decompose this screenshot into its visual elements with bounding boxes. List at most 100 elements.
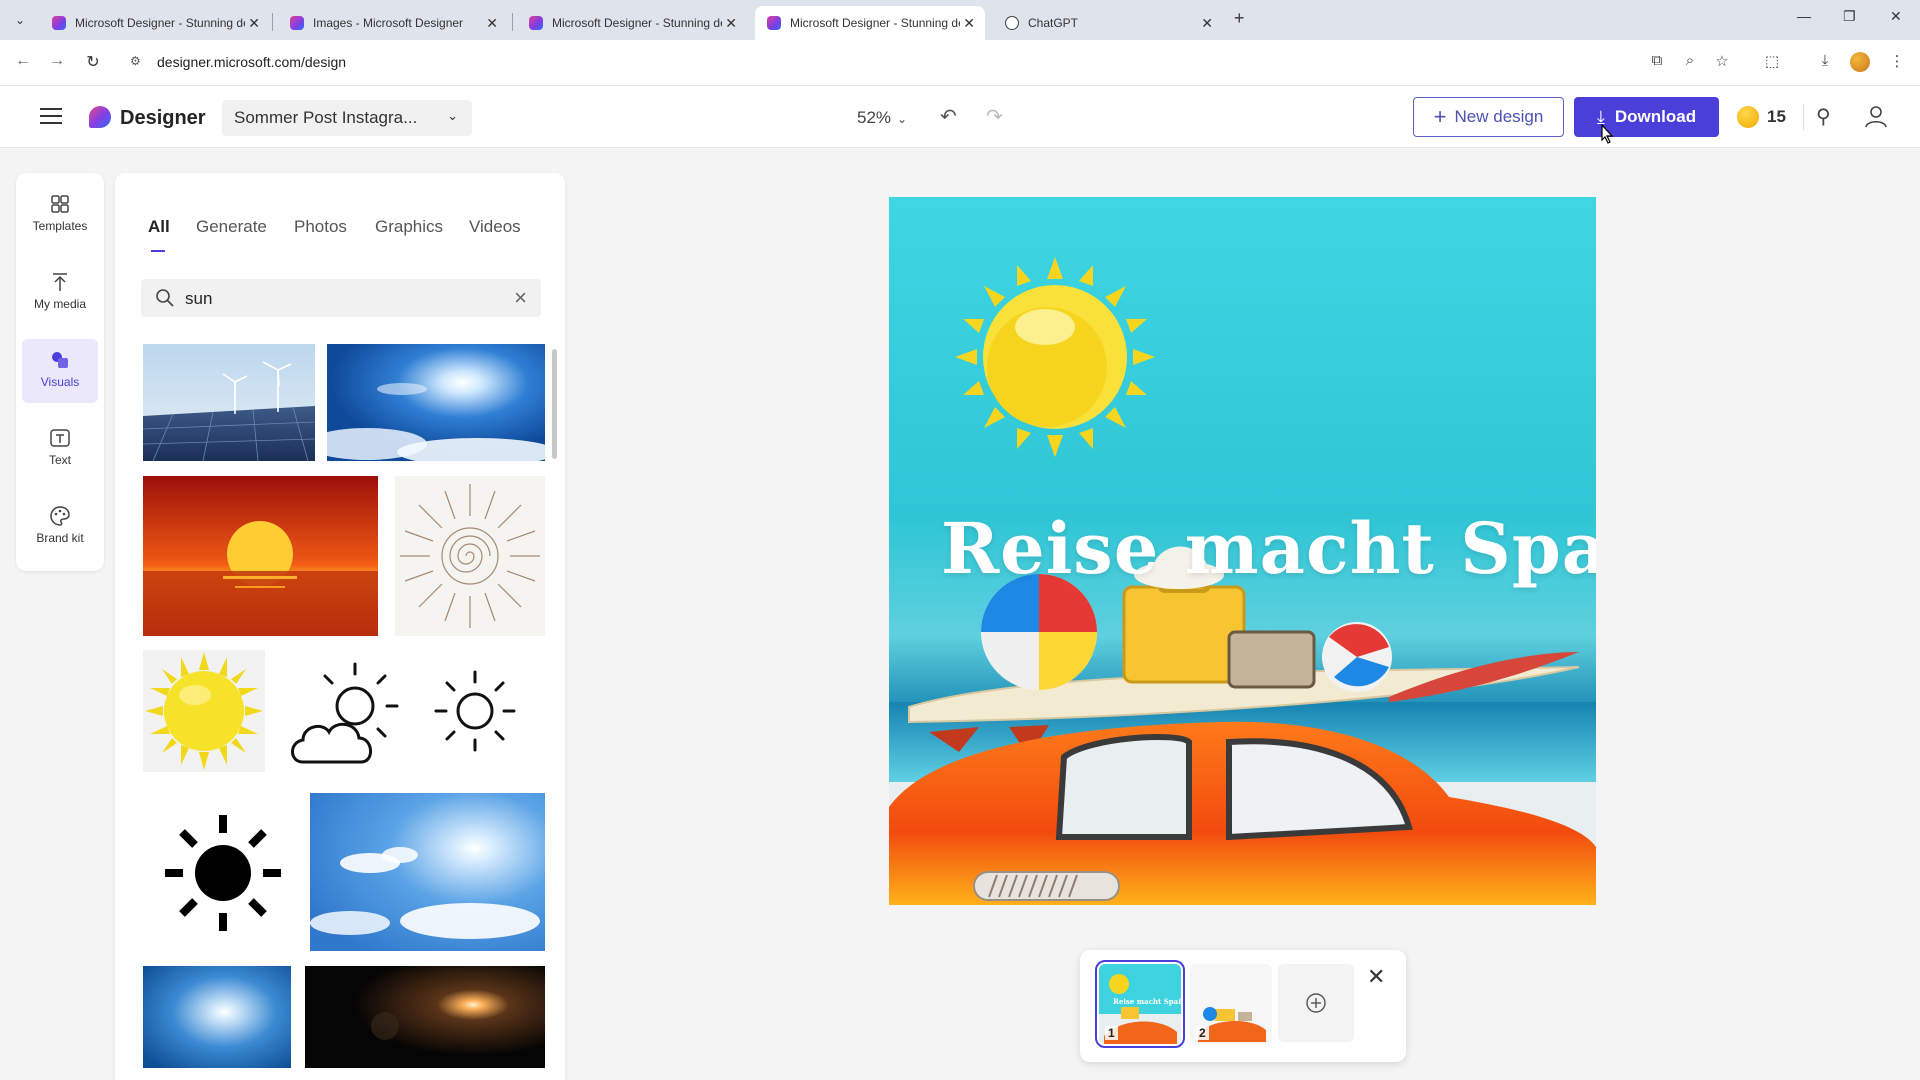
zoom-level: 52%: [857, 108, 892, 127]
tab-title: ChatGPT: [1028, 16, 1079, 30]
browser-tab[interactable]: Images - Microsoft Designer ✕: [278, 6, 508, 40]
visual-result-sun-outline[interactable]: [425, 650, 525, 772]
redo-icon[interactable]: ↷: [986, 104, 1003, 129]
yellow-sun-illustration: [145, 652, 263, 770]
downloads-icon[interactable]: ⤓: [1814, 52, 1836, 74]
rail-item-label: Templates: [32, 219, 88, 233]
tab-photos[interactable]: Photos: [294, 217, 347, 237]
new-tab-icon[interactable]: +: [1234, 8, 1245, 29]
add-circle-icon: [1306, 993, 1326, 1013]
bookmark-star-icon[interactable]: ☆: [1711, 52, 1733, 74]
window-close-icon[interactable]: ✕: [1890, 8, 1902, 25]
sun-outline-icon-image: [434, 670, 516, 752]
designer-icon: [529, 16, 543, 30]
close-tab-icon[interactable]: ✕: [725, 15, 737, 32]
visuals-icon: [52, 352, 68, 368]
visual-result-solar-wind[interactable]: [143, 344, 315, 461]
visual-result-yellow-sun[interactable]: [143, 650, 265, 772]
rail-item-templates[interactable]: Templates: [22, 183, 98, 247]
restore-icon[interactable]: ❐: [1843, 8, 1856, 25]
minimize-icon[interactable]: —: [1797, 8, 1811, 24]
text-icon: [50, 429, 70, 447]
upload-icon: [53, 273, 67, 291]
close-tab-icon[interactable]: ✕: [963, 15, 975, 32]
browser-tab[interactable]: ChatGPT ✕: [993, 6, 1223, 40]
zoom-dropdown[interactable]: 52% ⌄: [857, 108, 907, 128]
rail-item-brand-kit[interactable]: Brand kit: [22, 495, 98, 559]
header-divider: [1803, 104, 1804, 130]
visuals-panel: All Generate Photos Graphics Videos sun …: [115, 173, 565, 1080]
visual-result-sun-line-art[interactable]: [395, 476, 545, 636]
tab-title: Microsoft Designer - Stunning designs in…: [75, 16, 245, 30]
sunset-over-sea-image: [143, 476, 378, 636]
new-design-button[interactable]: + New design: [1413, 97, 1564, 137]
document-name-dropdown[interactable]: Sommer Post Instagra... ⌄: [222, 100, 472, 136]
chevron-down-icon: ⌄: [897, 112, 908, 126]
tab-all[interactable]: All: [148, 217, 170, 237]
clear-search-icon[interactable]: ×: [514, 285, 527, 311]
visual-result-sun-dark[interactable]: [305, 966, 545, 1068]
canvas-heading-text[interactable]: Reise macht Spaß: [941, 507, 1596, 590]
credits-coin-icon[interactable]: [1737, 106, 1759, 128]
site-info-icon[interactable]: ⚙: [130, 54, 146, 70]
tab-search-chevron-icon[interactable]: ⌄: [8, 8, 32, 32]
designer-logo-icon: [89, 106, 111, 128]
brand-name: Designer: [120, 107, 206, 129]
browser-tab[interactable]: Microsoft Designer - Stunning designs in…: [40, 6, 270, 40]
rail-item-text[interactable]: Text: [22, 417, 98, 481]
spiral-sun-drawing-image: [400, 484, 540, 628]
tab-graphics[interactable]: Graphics: [375, 217, 443, 237]
visual-result-sunset[interactable]: [143, 476, 378, 636]
visual-result-sun-cloud-outline[interactable]: [283, 650, 403, 772]
undo-icon[interactable]: ↶: [940, 104, 957, 129]
visual-result-sun-flare-blue[interactable]: [143, 966, 291, 1068]
browser-menu-icon[interactable]: ⋮: [1886, 52, 1908, 74]
forward-icon[interactable]: →: [46, 52, 68, 70]
new-design-label: New design: [1454, 107, 1544, 126]
page-thumbnail-1[interactable]: Reise macht Spaß 1: [1095, 960, 1185, 1048]
document-name: Sommer Post Instagra...: [234, 108, 418, 127]
install-app-icon[interactable]: ⧉: [1646, 52, 1668, 74]
page-strip: Reise macht Spaß 1 2 ✕: [1080, 950, 1406, 1062]
add-page-button[interactable]: [1278, 964, 1354, 1042]
rail-item-visuals[interactable]: Visuals: [22, 339, 98, 403]
designer-icon: [290, 16, 304, 30]
zoom-icon[interactable]: ⌕: [1679, 52, 1701, 74]
search-input[interactable]: sun ×: [141, 279, 541, 317]
account-icon[interactable]: [1863, 103, 1889, 129]
extensions-icon[interactable]: ⬚: [1761, 52, 1783, 74]
visual-result-sky-clouds[interactable]: [310, 793, 545, 951]
download-label: Download: [1614, 107, 1697, 126]
profile-avatar[interactable]: [1850, 52, 1870, 72]
close-tab-icon[interactable]: ✕: [486, 15, 498, 32]
rail-item-label: Brand kit: [36, 531, 84, 545]
url-field[interactable]: designer.microsoft.com/design: [157, 54, 346, 70]
panel-scrollbar[interactable]: [552, 349, 557, 459]
solar-panels-wind-turbines-image: [143, 344, 315, 461]
chevron-down-icon: ⌄: [447, 108, 458, 123]
rail-item-label: Text: [48, 453, 71, 467]
download-button[interactable]: ⤓ Download: [1574, 97, 1719, 137]
page-thumbnail-2[interactable]: 2: [1190, 964, 1272, 1044]
hamburger-menu-icon[interactable]: [40, 108, 62, 124]
design-canvas[interactable]: Reise macht Spaß: [889, 197, 1596, 905]
back-icon[interactable]: ←: [12, 52, 34, 70]
browser-tab-active[interactable]: Microsoft Designer - Stunning designs in…: [755, 6, 985, 40]
page-1-preview-text: Reise macht Spaß: [1113, 997, 1181, 1006]
visual-result-black-sun[interactable]: [143, 793, 303, 953]
visual-result-sun-clouds[interactable]: [327, 344, 545, 461]
reload-icon[interactable]: ↻: [82, 52, 104, 72]
designer-icon: [52, 16, 66, 30]
browser-tab[interactable]: Microsoft Designer - Stunning designs in…: [517, 6, 747, 40]
chatgpt-icon: [1005, 16, 1019, 30]
close-tab-icon[interactable]: ✕: [248, 15, 260, 32]
canvas-sun: [955, 257, 1155, 457]
black-sun-icon-image: [165, 815, 281, 931]
active-tab-indicator: [151, 250, 165, 252]
share-icon[interactable]: ⚲: [1816, 104, 1831, 129]
tab-generate[interactable]: Generate: [196, 217, 267, 237]
close-tab-icon[interactable]: ✕: [1201, 15, 1213, 32]
tab-videos[interactable]: Videos: [469, 217, 521, 237]
rail-item-my-media[interactable]: My media: [22, 261, 98, 325]
close-icon[interactable]: ✕: [1367, 964, 1385, 990]
